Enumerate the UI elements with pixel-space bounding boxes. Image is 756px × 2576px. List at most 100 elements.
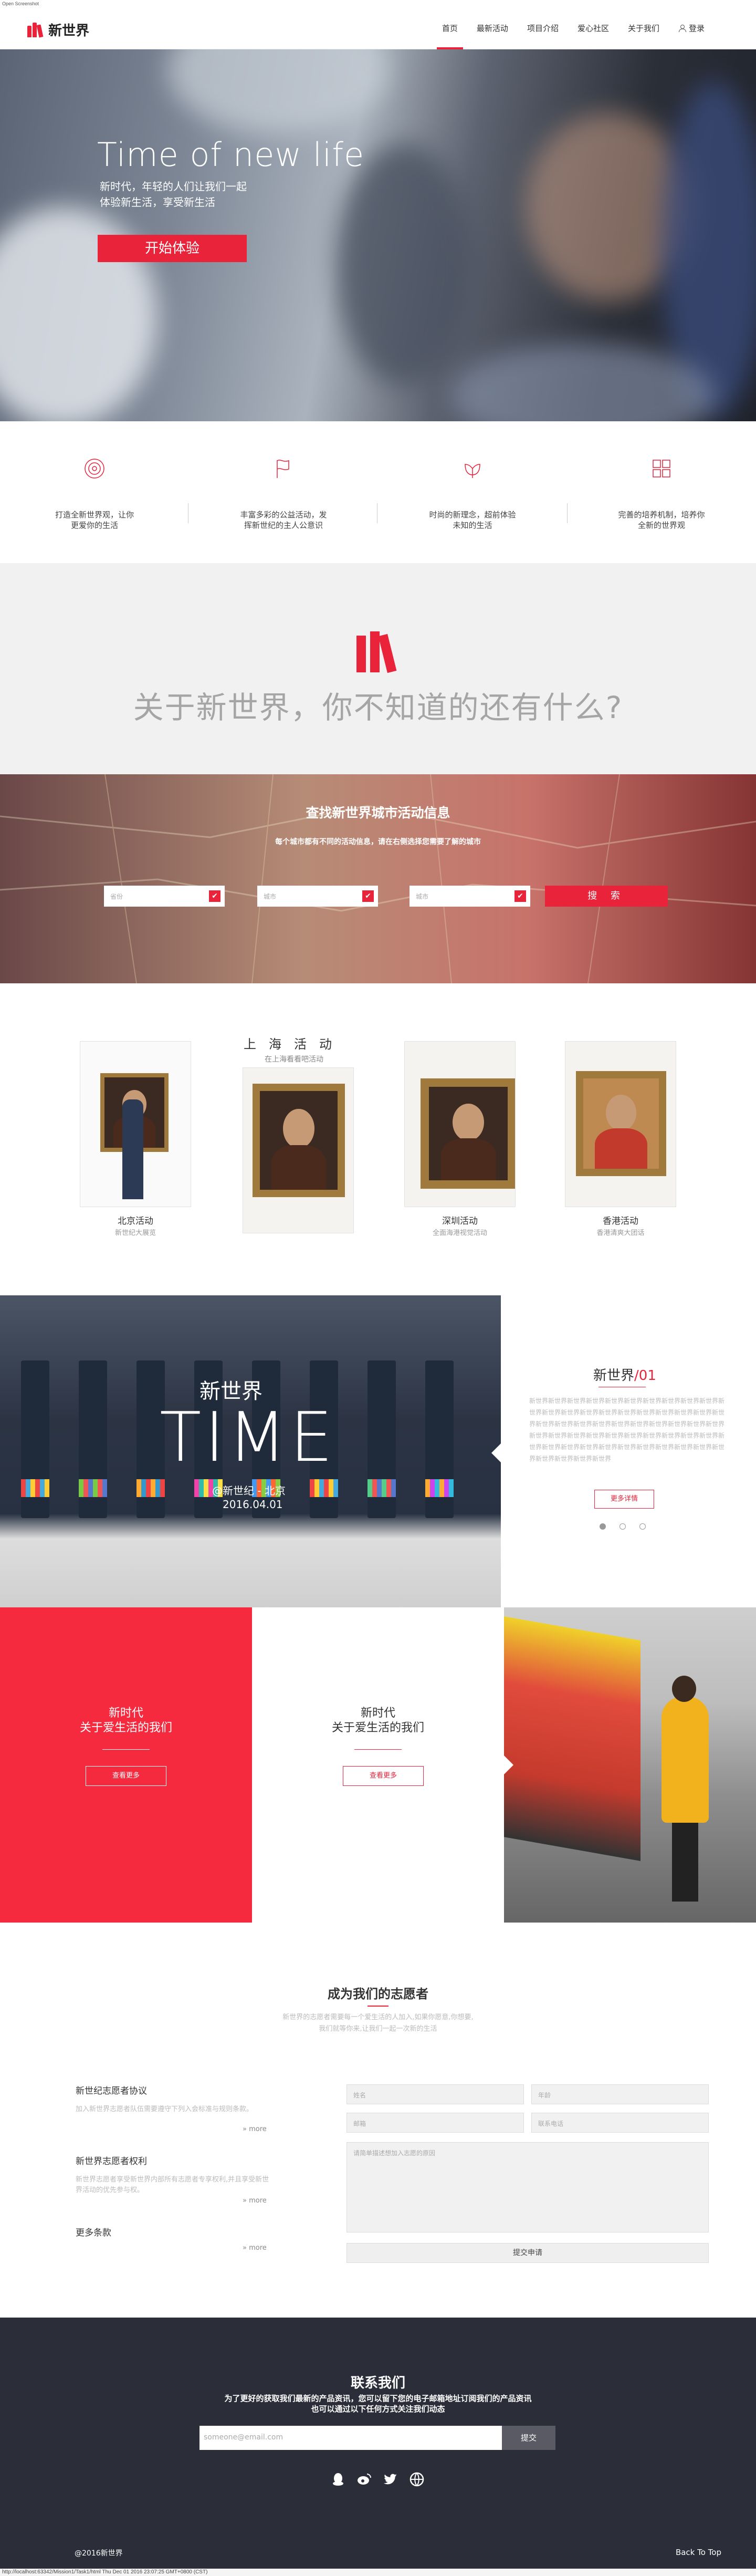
feature-text: 完善的培养机制，培养你	[618, 510, 705, 520]
carousel-dot[interactable]	[620, 1523, 626, 1530]
logo[interactable]: 新世界	[26, 20, 89, 39]
carousel-dot-active[interactable]	[600, 1523, 606, 1530]
weibo-icon[interactable]	[357, 2472, 372, 2487]
browser-tab-title: Open Screenshot	[2, 1, 39, 6]
side-body-text: 新世界新世界新世界新世界新世界新世界新世界新世界新世界新世界新世界新世界新世界新…	[529, 1397, 725, 1462]
more-link[interactable]: » more	[243, 2125, 267, 2133]
main-nav: 首页 最新活动 项目介绍 爱心社区 关于我们 登录	[433, 7, 714, 49]
name-field[interactable]: 姓名	[346, 2084, 524, 2104]
chevron-down-icon: ✔	[362, 890, 374, 902]
nav-latest-events[interactable]: 最新活动	[467, 7, 518, 49]
reason-textarea[interactable]: 请简单描述想加入志愿的原因	[346, 2142, 709, 2232]
books-icon	[356, 631, 397, 673]
subscribe-email-input[interactable]: someone@email.com	[200, 2426, 502, 2450]
volunteer-title: 成为我们的志愿者	[328, 1987, 428, 2001]
contact-subtitle: 为了更好的获取我们最新的产品资讯，您可以留下您的电子邮箱地址订阅我们的产品资讯 …	[189, 2393, 567, 2414]
age-field[interactable]: 年龄	[531, 2084, 709, 2104]
city-select[interactable]: 城市 ✔	[257, 886, 378, 907]
more-details-button[interactable]: 更多详情	[594, 1490, 654, 1509]
more-link[interactable]: » more	[243, 2244, 267, 2252]
love-white-more-button[interactable]: 查看更多	[343, 1766, 424, 1786]
field-placeholder: 年龄	[538, 2092, 551, 2099]
nav-home[interactable]: 首页	[433, 7, 467, 49]
gallery-label: 香港活动	[603, 1216, 638, 1227]
nav-projects[interactable]: 项目介绍	[518, 7, 568, 49]
person-head	[672, 1676, 696, 1702]
select-value: 城市	[264, 893, 277, 900]
love-white-title: 新时代 关于爱生活的我们	[252, 1706, 504, 1736]
search-subtitle: 每个城市都有不同的活动信息，请在右侧选择您需要了解的城市	[275, 838, 481, 846]
grid-icon	[653, 460, 670, 477]
love-title-line: 关于爱生活的我们	[79, 1721, 172, 1734]
rights-heading: 新世界志愿者权利	[76, 2156, 147, 2167]
side-title-number: /01	[634, 1368, 656, 1384]
email-field[interactable]: 邮箱	[346, 2113, 524, 2133]
leg-figure	[425, 1360, 454, 1518]
person-figure	[662, 1697, 709, 1823]
user-icon	[678, 25, 686, 33]
love-block-white	[252, 1607, 504, 1923]
login-link[interactable]: 登录	[669, 7, 714, 49]
train-station-image	[504, 1607, 756, 1923]
search-button[interactable]: 搜 索	[545, 886, 668, 907]
about-title: 关于新世界，你不知道的还有什么?	[133, 690, 623, 725]
agreement-text: 加入新世界志愿者队伍需要遵守下列入会标准与规则条款。	[76, 2105, 254, 2113]
gallery-card-shanghai[interactable]	[243, 1067, 354, 1233]
feature-text: 时尚的新理念，超前体验	[429, 510, 516, 520]
volunteer-subtitle: 新世界的志愿者需要每一个爱生活的人加入,如果你愿意,你想要, 我们就等你来,让我…	[282, 2013, 474, 2033]
painting-image	[253, 1084, 345, 1197]
more-terms-heading: 更多条款	[76, 2228, 111, 2238]
back-to-top-link[interactable]: Back To Top	[676, 2548, 721, 2557]
target-icon	[85, 459, 104, 479]
gallery-card-hongkong[interactable]	[565, 1041, 676, 1207]
carousel-dot[interactable]	[639, 1523, 646, 1530]
time-date: 2016.04.01	[223, 1498, 283, 1511]
gallery-card-beijing[interactable]	[80, 1041, 191, 1207]
subscribe-submit-button[interactable]: 提交	[502, 2426, 555, 2450]
feature-text: 全新的世界观	[637, 521, 685, 530]
nav-about[interactable]: 关于我们	[618, 7, 669, 49]
feature-item: 打造全新世界观，让你 更爱你的生活	[0, 457, 189, 531]
love-title-line: 关于爱生活的我们	[331, 1721, 424, 1734]
province-select[interactable]: 省份 ✔	[104, 886, 225, 907]
divider	[102, 1749, 150, 1750]
painting-image	[421, 1078, 515, 1189]
contact-title: 联系我们	[350, 2375, 405, 2391]
gallery-card-shenzhen[interactable]	[404, 1041, 516, 1207]
divider	[354, 1749, 402, 1750]
globe-icon[interactable]	[410, 2472, 424, 2487]
featured-title: 上海活动	[244, 1037, 344, 1052]
phone-field[interactable]: 联系电话	[531, 2113, 709, 2133]
feature-text: 丰富多彩的公益活动，发	[240, 510, 327, 520]
rights-text: 新世界志愿者享受新世界内部所有志愿者专享权利,并且享受新世界活动的优先参与权。	[76, 2176, 269, 2194]
feature-item: 丰富多彩的公益活动，发 挥新世纪的主人公意识	[189, 457, 378, 531]
lotus-icon	[465, 464, 480, 478]
submit-application-button[interactable]: 提交申请	[346, 2243, 709, 2263]
logo-text: 新世界	[48, 23, 90, 39]
love-block-red	[0, 1607, 252, 1923]
browser-status-bar: http://localhost:63342/Mission1/Task1/ht…	[0, 2569, 756, 2576]
twitter-icon[interactable]	[383, 2472, 398, 2487]
contact-subtitle-line: 为了更好的获取我们最新的产品资讯，您可以留下您的电子邮箱地址订阅我们的产品资讯	[224, 2394, 532, 2403]
district-select[interactable]: 城市 ✔	[410, 886, 530, 907]
login-label: 登录	[688, 24, 705, 33]
start-experience-button[interactable]: 开始体验	[98, 235, 247, 262]
field-placeholder: 姓名	[353, 2092, 366, 2099]
feature-text: 未知的生活	[453, 521, 492, 530]
contact-subtitle-line: 也可以通过以下任何方式关注我们动态	[311, 2404, 445, 2414]
feature-item: 完善的培养机制，培养你 全新的世界观	[567, 457, 756, 531]
field-placeholder: 请简单描述想加入志愿的原因	[353, 2149, 436, 2157]
leg-figure	[21, 1360, 49, 1518]
qq-icon[interactable]	[331, 2472, 345, 2487]
nav-community[interactable]: 爱心社区	[568, 7, 618, 49]
agreement-heading: 新世纪志愿者协议	[76, 2086, 147, 2096]
love-red-more-button[interactable]: 查看更多	[86, 1766, 166, 1786]
person-legs	[672, 1823, 698, 1902]
arrow-pointer	[491, 1443, 501, 1462]
visitor-figure	[122, 1099, 143, 1199]
love-title-line: 新时代	[360, 1707, 395, 1720]
more-link[interactable]: » more	[243, 2197, 267, 2205]
hero-subtitle: 新时代，年轻的人们让我们一起 体验新生活，享受新生活	[100, 179, 247, 210]
books-logo-icon	[26, 22, 44, 38]
gallery-sub: 新世纪大展览	[114, 1229, 156, 1237]
